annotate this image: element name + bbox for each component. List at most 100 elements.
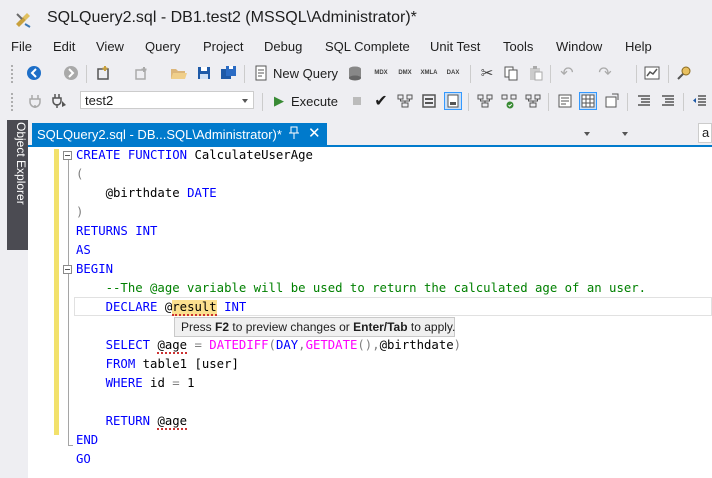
toolbar-separator <box>548 93 549 111</box>
uncomment-lines-icon[interactable] <box>659 92 677 110</box>
client-statistics-icon[interactable] <box>524 92 542 110</box>
code-line[interactable]: BEGIN <box>76 260 113 279</box>
code-token: BEGIN <box>76 262 114 276</box>
code-token: CalculateUserAge <box>187 148 313 162</box>
dmx-query-icon-label: DMX <box>398 70 412 76</box>
chevron-down-icon <box>242 99 248 103</box>
change-connection-icon[interactable] <box>50 92 68 110</box>
menu-edit[interactable]: Edit <box>53 38 75 58</box>
paste-icon[interactable] <box>527 64 545 82</box>
menu-help[interactable]: Help <box>625 38 652 58</box>
available-databases-select[interactable]: test2 <box>80 91 254 109</box>
dmx-query-icon[interactable]: DMX <box>396 64 414 82</box>
database-engine-query-icon[interactable] <box>346 64 364 82</box>
open-file-icon[interactable] <box>170 64 188 82</box>
results-to-file-icon[interactable] <box>603 92 621 110</box>
execute-button[interactable]: Execute <box>291 94 338 109</box>
tooltip-text: Press <box>181 320 216 334</box>
menu-sql-complete[interactable]: SQL Complete <box>325 38 410 58</box>
code-line[interactable]: GO <box>76 450 91 469</box>
rename-tooltip: Press F2 to preview changes or Enter/Tab… <box>174 317 455 337</box>
object-explorer-tab[interactable]: Object Explorer <box>7 120 28 250</box>
code-line[interactable]: RETURN @age <box>76 412 188 431</box>
document-tab[interactable]: SQLQuery2.sql - DB...SQL\Administrator)*… <box>32 123 327 145</box>
cut-icon[interactable]: ✂ <box>478 64 496 82</box>
menu-tools[interactable]: Tools <box>503 38 533 58</box>
new-query-icon[interactable] <box>252 64 270 82</box>
comment-lines-icon[interactable] <box>635 92 653 110</box>
code-token: GO <box>76 452 91 466</box>
xmla-query-icon[interactable]: XMLA <box>420 64 438 82</box>
live-statistics-icon[interactable] <box>500 92 518 110</box>
mdx-query-icon[interactable]: MDX <box>372 64 390 82</box>
save-icon[interactable] <box>195 64 213 82</box>
menu-query[interactable]: Query <box>145 38 180 58</box>
code-line[interactable]: RETURNS INT <box>76 222 157 241</box>
execute-icon[interactable]: ▶ <box>270 92 288 110</box>
code-line[interactable]: ( <box>76 165 83 184</box>
redo-icon[interactable]: ↷ <box>596 64 614 82</box>
find-box-text: a <box>702 125 710 140</box>
menu-debug[interactable]: Debug <box>264 38 302 58</box>
menu-project[interactable]: Project <box>203 38 243 58</box>
toolbar-grip[interactable] <box>10 92 14 111</box>
title-bar: SQLQuery2.sql - DB1.test2 (MSSQL\Adminis… <box>0 0 712 38</box>
dax-query-icon[interactable]: DAX <box>444 64 462 82</box>
collapse-toggle-icon[interactable] <box>63 151 72 160</box>
collapse-toggle-icon[interactable] <box>63 265 72 274</box>
menu-unit-test[interactable]: Unit Test <box>430 38 480 58</box>
actual-plan-icon[interactable] <box>476 92 494 110</box>
mdx-query-icon-label: MDX <box>374 70 388 76</box>
copy-icon[interactable] <box>502 64 520 82</box>
code-token: @age <box>157 414 188 430</box>
menu-bar: File Edit View Query Project Debug SQL C… <box>0 38 712 58</box>
intellisense-enabled-icon[interactable] <box>444 92 462 110</box>
code-line[interactable]: FROM table1 [user] <box>76 355 239 374</box>
code-line[interactable]: CREATE FUNCTION CalculateUserAge <box>76 146 313 165</box>
code-line[interactable]: DECLARE @result INT <box>76 298 246 317</box>
new-project-icon[interactable] <box>94 64 112 82</box>
menu-window[interactable]: Window <box>556 38 602 58</box>
activity-monitor-icon[interactable] <box>643 64 661 82</box>
find-box[interactable]: a <box>698 123 712 143</box>
xmla-query-icon-label: XMLA <box>420 70 438 76</box>
menu-file[interactable]: File <box>11 38 32 58</box>
pin-icon[interactable] <box>288 126 302 140</box>
save-all-icon[interactable] <box>220 64 238 82</box>
code-line[interactable]: END <box>76 431 98 450</box>
code-token: ) <box>453 338 462 352</box>
results-to-grid-icon[interactable] <box>579 92 597 110</box>
code-line[interactable]: ) <box>76 203 83 222</box>
close-icon[interactable]: ✕ <box>308 124 324 142</box>
menu-view[interactable]: View <box>96 38 124 58</box>
redo-dropdown-caret[interactable] <box>622 132 628 136</box>
tooltip-text: to preview changes or <box>229 320 354 334</box>
parse-checkmark-icon[interactable]: ✔ <box>372 92 390 110</box>
undo-dropdown-caret[interactable] <box>584 132 590 136</box>
add-item-icon[interactable] <box>132 64 150 82</box>
code-token: @ <box>157 300 173 314</box>
cancel-query-icon[interactable] <box>348 92 366 110</box>
find-icon[interactable] <box>675 64 693 82</box>
new-query-button[interactable]: New Query <box>273 66 338 81</box>
code-line[interactable]: SELECT @age = DATEDIFF(DAY,GETDATE(),@bi… <box>76 336 461 355</box>
code-token: = <box>172 376 180 390</box>
code-token: (), <box>357 338 380 352</box>
code-line[interactable]: --The @age variable will be used to retu… <box>76 279 646 298</box>
code-line[interactable]: AS <box>76 241 91 260</box>
toolbar-grip[interactable] <box>10 64 14 83</box>
code-line[interactable]: @birthdate DATE <box>76 184 217 203</box>
code-token: RETURNS INT <box>76 224 158 238</box>
results-to-text-icon[interactable] <box>556 92 574 110</box>
code-token: DATEDIFF <box>209 338 269 352</box>
decrease-indent-icon[interactable] <box>691 92 709 110</box>
query-options-icon[interactable] <box>420 92 438 110</box>
estimated-plan-icon[interactable] <box>396 92 414 110</box>
code-line[interactable]: WHERE id = 1 <box>76 374 195 393</box>
connect-icon[interactable] <box>26 92 44 110</box>
forward-icon[interactable] <box>62 64 80 82</box>
back-icon[interactable] <box>25 64 43 82</box>
undo-icon[interactable]: ↶ <box>558 64 576 82</box>
